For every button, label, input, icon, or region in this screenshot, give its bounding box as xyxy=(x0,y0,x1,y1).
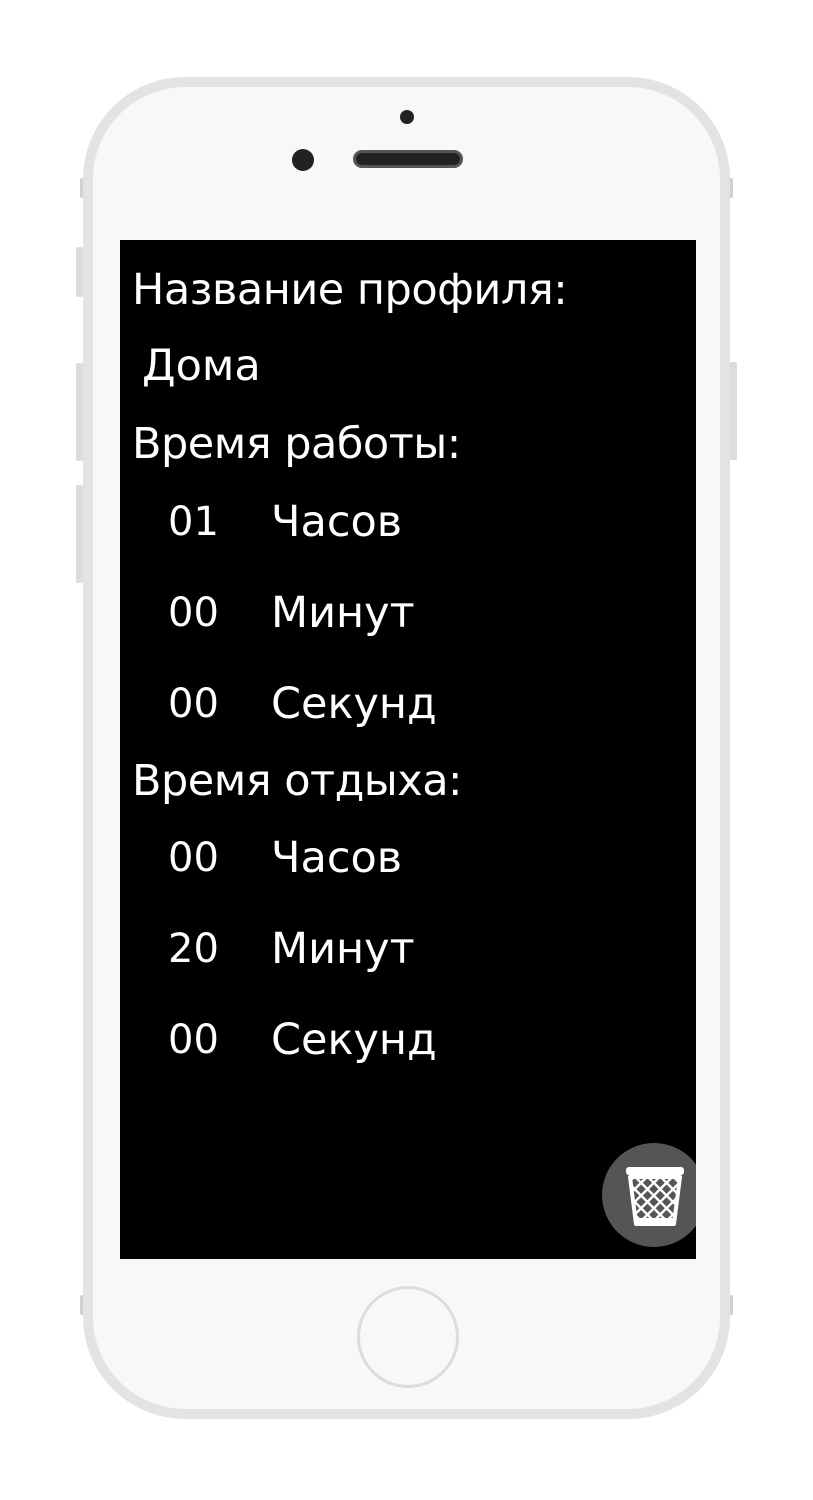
front-camera xyxy=(292,149,314,171)
rest-minutes-value[interactable]: 20 xyxy=(168,923,219,975)
rest-seconds-value[interactable]: 00 xyxy=(168,1014,219,1066)
rest-minutes-unit: Минут xyxy=(271,924,415,974)
profile-name-label: Название профиля: xyxy=(132,265,568,315)
power-button xyxy=(730,362,737,460)
earpiece-speaker xyxy=(353,150,463,168)
rest-time-label: Время отдыха: xyxy=(132,756,463,806)
app-screen: Название профиля: Дома Время работы: 01 … xyxy=(120,240,696,1259)
work-minutes-unit: Минут xyxy=(271,588,415,638)
work-seconds-value[interactable]: 00 xyxy=(168,678,219,730)
volume-down-button xyxy=(76,485,83,583)
volume-up-button xyxy=(76,363,83,461)
rest-seconds-unit: Секунд xyxy=(271,1015,437,1065)
work-seconds-unit: Секунд xyxy=(271,679,437,729)
profile-name-value[interactable]: Дома xyxy=(142,340,261,392)
trash-icon xyxy=(626,1167,684,1226)
rest-hours-unit: Часов xyxy=(271,833,403,883)
work-hours-unit: Часов xyxy=(271,497,403,547)
home-button[interactable] xyxy=(357,1286,459,1388)
work-hours-value[interactable]: 01 xyxy=(168,496,219,548)
mute-switch xyxy=(76,247,83,297)
proximity-sensor xyxy=(400,110,414,124)
delete-profile-button[interactable] xyxy=(602,1143,696,1247)
work-minutes-value[interactable]: 00 xyxy=(168,587,219,639)
rest-hours-value[interactable]: 00 xyxy=(168,832,219,884)
work-time-label: Время работы: xyxy=(132,419,461,469)
